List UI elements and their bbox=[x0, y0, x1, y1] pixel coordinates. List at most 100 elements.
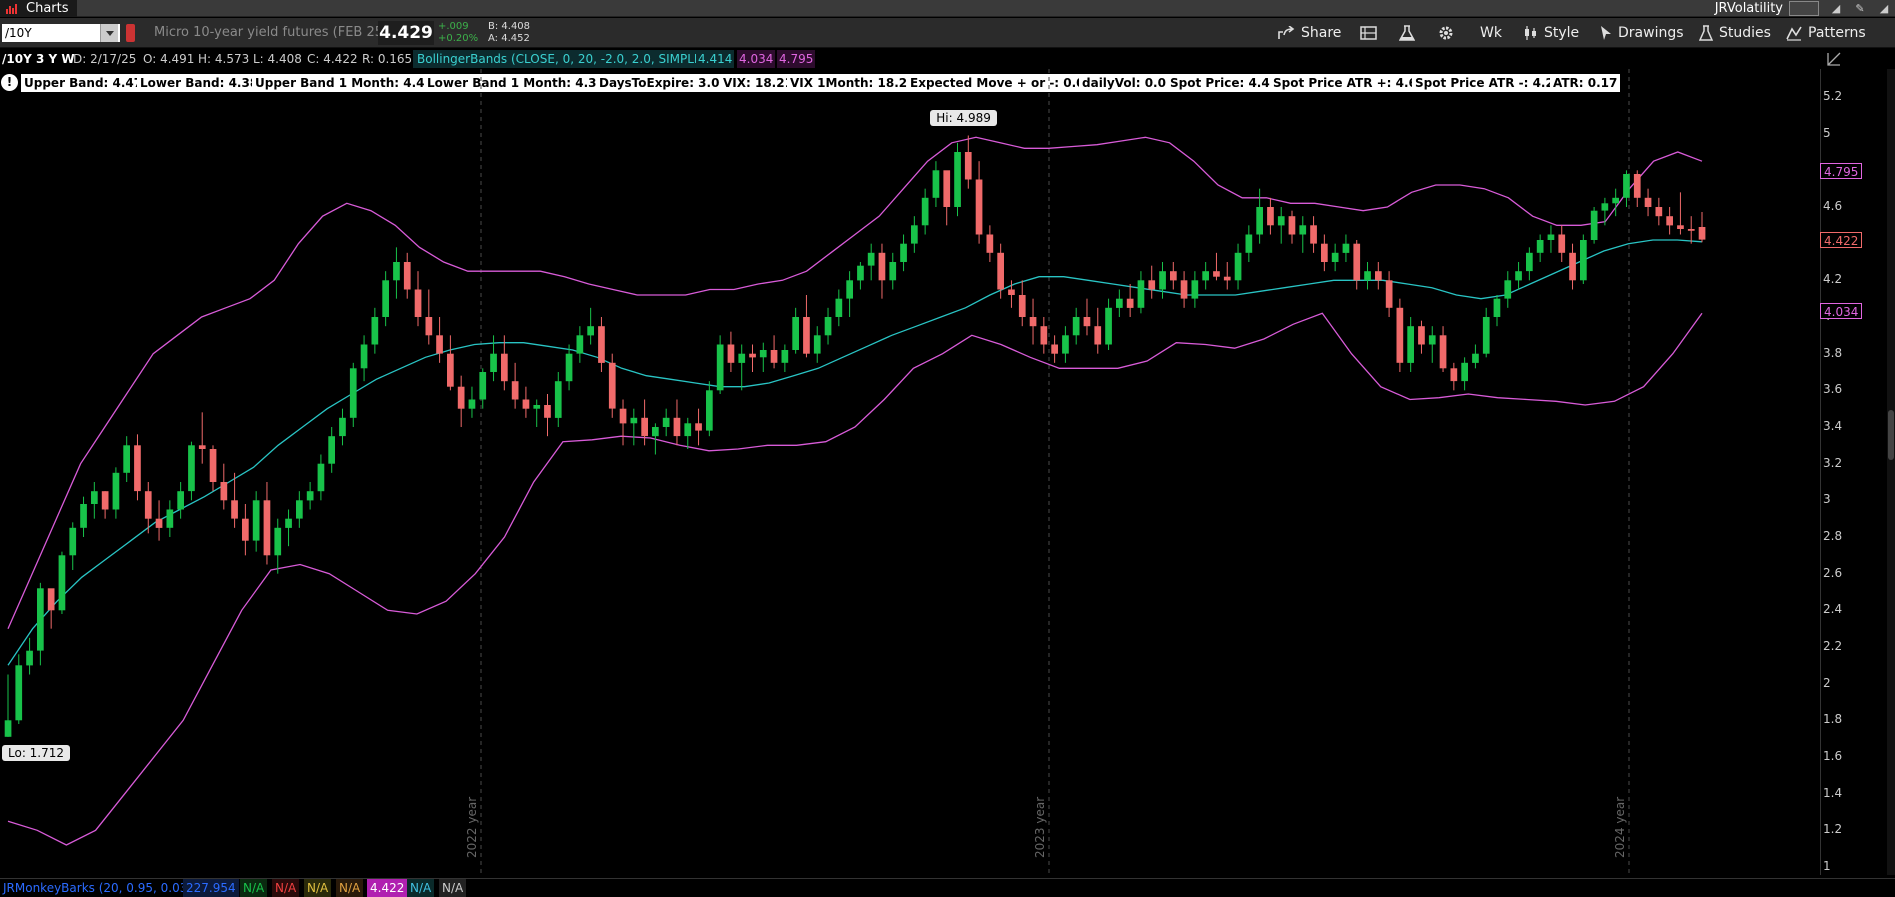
bar-high: H: 4.573 bbox=[198, 52, 250, 66]
candle-body bbox=[608, 362, 616, 409]
candle-body bbox=[835, 298, 843, 317]
candle-body bbox=[101, 491, 109, 510]
window-size-box[interactable] bbox=[1789, 1, 1819, 16]
candle-body bbox=[727, 344, 735, 363]
collapse-icon[interactable] bbox=[1826, 51, 1842, 67]
scrollbar-thumb[interactable] bbox=[1888, 410, 1894, 460]
price-tick-label: 3.8 bbox=[1823, 345, 1843, 360]
candle-body bbox=[781, 350, 789, 363]
price-tick-label: 3.6 bbox=[1823, 382, 1843, 397]
studies-button[interactable]: Studies bbox=[1699, 18, 1771, 48]
price-chart[interactable] bbox=[0, 69, 1820, 875]
candle-body bbox=[382, 280, 389, 317]
bollinger-lower-band bbox=[7, 312, 1703, 846]
bar-close: C: 4.422 bbox=[307, 52, 358, 66]
bid-ask: B: 4.408 A: 4.452 bbox=[488, 21, 530, 45]
link-flag-icon[interactable] bbox=[126, 24, 135, 42]
candle-body bbox=[479, 372, 487, 400]
candle-body bbox=[1234, 252, 1242, 281]
candle-body bbox=[1299, 225, 1307, 235]
candle-body bbox=[954, 152, 961, 207]
candle-body bbox=[889, 262, 897, 281]
patterns-button[interactable]: Patterns bbox=[1786, 18, 1866, 48]
candle-body bbox=[69, 527, 77, 556]
candle-body bbox=[1008, 289, 1015, 295]
candle-body bbox=[209, 449, 217, 482]
candle-body bbox=[37, 588, 44, 651]
candle-body bbox=[749, 353, 756, 358]
candle-body bbox=[4, 720, 12, 737]
share-label: Share bbox=[1301, 25, 1342, 41]
candle-body bbox=[911, 225, 918, 244]
candle-body bbox=[1547, 234, 1555, 240]
bollinger-upper-band bbox=[7, 136, 1703, 629]
candle-body bbox=[1633, 174, 1641, 198]
style-button[interactable]: Style bbox=[1524, 18, 1579, 48]
candle-body bbox=[964, 152, 972, 180]
drawings-label: Drawings bbox=[1618, 25, 1684, 41]
candle-body bbox=[565, 353, 573, 382]
candle-body bbox=[1644, 197, 1652, 207]
candle-body bbox=[598, 326, 605, 363]
expand-icon[interactable]: ◢ bbox=[1875, 0, 1893, 17]
candle-body bbox=[619, 408, 627, 424]
candle-body bbox=[296, 500, 303, 519]
candle-body bbox=[1569, 252, 1576, 281]
charts-tab[interactable]: Charts bbox=[0, 0, 77, 17]
price-tick-label: 2.4 bbox=[1823, 602, 1843, 617]
share-button[interactable]: Share bbox=[1278, 18, 1341, 48]
candle-body bbox=[706, 390, 713, 431]
lower-study-name[interactable]: JRMonkeyBarks (20, 0.95, 0.03) bbox=[0, 879, 195, 897]
vertical-scrollbar[interactable] bbox=[1887, 69, 1895, 875]
candle-body bbox=[1310, 225, 1317, 244]
candle-body bbox=[846, 280, 853, 299]
candle-body bbox=[986, 234, 994, 253]
candle-body bbox=[738, 353, 746, 363]
charts-tab-label: Charts bbox=[26, 1, 69, 16]
resize-icon[interactable]: ◢ bbox=[1827, 0, 1845, 17]
candle-body bbox=[447, 353, 454, 387]
candle-body bbox=[403, 262, 411, 290]
candle-body bbox=[900, 243, 907, 262]
candle-body bbox=[112, 472, 120, 510]
candle-body bbox=[997, 252, 1004, 290]
price-tick-label: 5 bbox=[1823, 125, 1831, 140]
candle-body bbox=[867, 252, 875, 266]
bollinger-study-label[interactable]: BollingerBands (CLOSE, 0, 20, -2.0, 2.0,… bbox=[413, 50, 711, 68]
candle-body bbox=[425, 317, 433, 336]
bar-range: R: 0.165 bbox=[362, 52, 413, 66]
price-tick-label: 3.2 bbox=[1823, 455, 1843, 470]
gear-icon bbox=[1439, 26, 1453, 40]
bid-price: B: 4.408 bbox=[488, 21, 531, 32]
flask-icon bbox=[1699, 25, 1713, 41]
candle-body bbox=[1418, 326, 1425, 345]
candle-body bbox=[26, 650, 33, 666]
candle-body bbox=[242, 518, 249, 541]
settings-button[interactable] bbox=[1438, 18, 1454, 48]
candle-body bbox=[803, 317, 810, 354]
candle-body bbox=[1396, 307, 1404, 363]
beaker-icon bbox=[1399, 25, 1415, 41]
candle-body bbox=[1029, 317, 1037, 327]
candle-body bbox=[328, 436, 335, 464]
symbol-dropdown-button[interactable] bbox=[100, 24, 118, 42]
chart-info-bar: /10Y 3 Y W D: 2/17/25 O: 4.491 H: 4.573 … bbox=[0, 49, 1895, 69]
candle-body bbox=[1439, 335, 1447, 369]
timeframe-label: Wk bbox=[1480, 25, 1502, 41]
flexgrid-button[interactable] bbox=[1360, 18, 1377, 48]
pin-icon[interactable]: ✎ bbox=[1851, 0, 1869, 17]
price-tick-label: 1 bbox=[1823, 859, 1831, 873]
aggregation-label: /10Y 3 Y W bbox=[2, 52, 75, 66]
beaker-button[interactable] bbox=[1399, 18, 1415, 48]
candle-body bbox=[759, 350, 767, 358]
candle-body bbox=[1051, 344, 1058, 354]
timeframe-button[interactable]: Wk bbox=[1480, 18, 1502, 48]
lower-study-value: 227.954 bbox=[183, 879, 239, 897]
chart-toolbar: /10Y Micro 10-year yield futures (FEB 25… bbox=[0, 18, 1895, 48]
bar-low: L: 4.408 bbox=[253, 52, 302, 66]
account-name: JRVolatility bbox=[1714, 1, 1783, 16]
candle-body bbox=[1116, 298, 1123, 308]
candle-body bbox=[1687, 229, 1695, 231]
drawings-button[interactable]: Drawings bbox=[1600, 18, 1684, 48]
patterns-label: Patterns bbox=[1808, 25, 1866, 41]
